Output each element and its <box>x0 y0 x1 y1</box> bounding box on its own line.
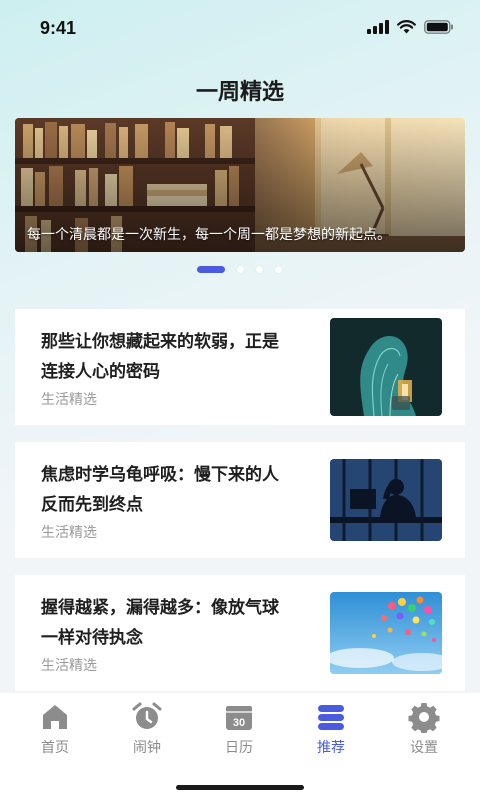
home-indicator[interactable] <box>176 785 304 790</box>
article-card[interactable]: 那些让你想藏起来的软弱，正是连接人心的密码 生活精选 <box>15 309 465 425</box>
tab-recommend[interactable]: 推荐 <box>291 701 371 757</box>
carousel-dot[interactable] <box>256 266 263 273</box>
tab-calendar[interactable]: 30 日历 <box>199 701 279 757</box>
status-bar: 9:41 <box>0 0 480 58</box>
carousel-dot-active[interactable] <box>197 266 225 273</box>
tab-label: 设置 <box>410 740 438 756</box>
tab-label: 闹钟 <box>133 740 161 756</box>
status-time: 9:41 <box>40 18 77 38</box>
tab-alarm[interactable]: 闹钟 <box>107 701 187 757</box>
article-title: 焦虑时学乌龟呼吸：慢下来的人反而先到终点 <box>41 465 279 515</box>
wifi-icon <box>397 20 416 34</box>
svg-text:30: 30 <box>233 717 245 729</box>
carousel-indicator <box>197 266 282 273</box>
battery-icon <box>424 20 453 34</box>
calendar-icon: 30 <box>226 706 252 730</box>
article-card[interactable]: 握得越紧，漏得越多：像放气球一样对待执念 生活精选 <box>15 575 465 691</box>
banner-caption: 每一个清晨都是一次新生，每一个周一都是梦想的新起点。 <box>27 227 391 243</box>
tab-label: 首页 <box>41 740 69 756</box>
banner-carousel[interactable]: 每一个清晨都是一次新生，每一个周一都是梦想的新起点。 <box>15 118 465 252</box>
tab-home[interactable]: 首页 <box>15 701 95 757</box>
article-title: 那些让你想藏起来的软弱，正是连接人心的密码 <box>41 332 279 382</box>
status-icons <box>367 20 454 34</box>
alarm-clock-icon <box>132 702 162 729</box>
carousel-dot[interactable] <box>275 266 282 273</box>
article-card[interactable]: 焦虑时学乌龟呼吸：慢下来的人反而先到终点 生活精选 <box>15 442 465 558</box>
recommend-icon <box>318 705 344 730</box>
article-thumbnail <box>330 318 442 416</box>
tab-bar: 首页 闹钟 30 日历 推荐 设置 <box>0 693 480 800</box>
home-icon <box>43 705 67 729</box>
article-tag: 生活精选 <box>41 658 97 674</box>
tab-label: 推荐 <box>317 740 345 756</box>
signal-icon <box>367 20 389 34</box>
article-thumbnail <box>330 592 442 674</box>
article-thumbnail <box>330 459 442 541</box>
carousel-dot[interactable] <box>237 266 244 273</box>
page-title: 一周精选 <box>195 80 284 105</box>
tab-label: 日历 <box>225 740 253 756</box>
article-tag: 生活精选 <box>41 392 97 408</box>
article-tag: 生活精选 <box>41 525 97 541</box>
article-title: 握得越紧，漏得越多：像放气球一样对待执念 <box>41 598 279 648</box>
gear-icon <box>408 703 440 733</box>
tab-settings[interactable]: 设置 <box>384 701 464 757</box>
